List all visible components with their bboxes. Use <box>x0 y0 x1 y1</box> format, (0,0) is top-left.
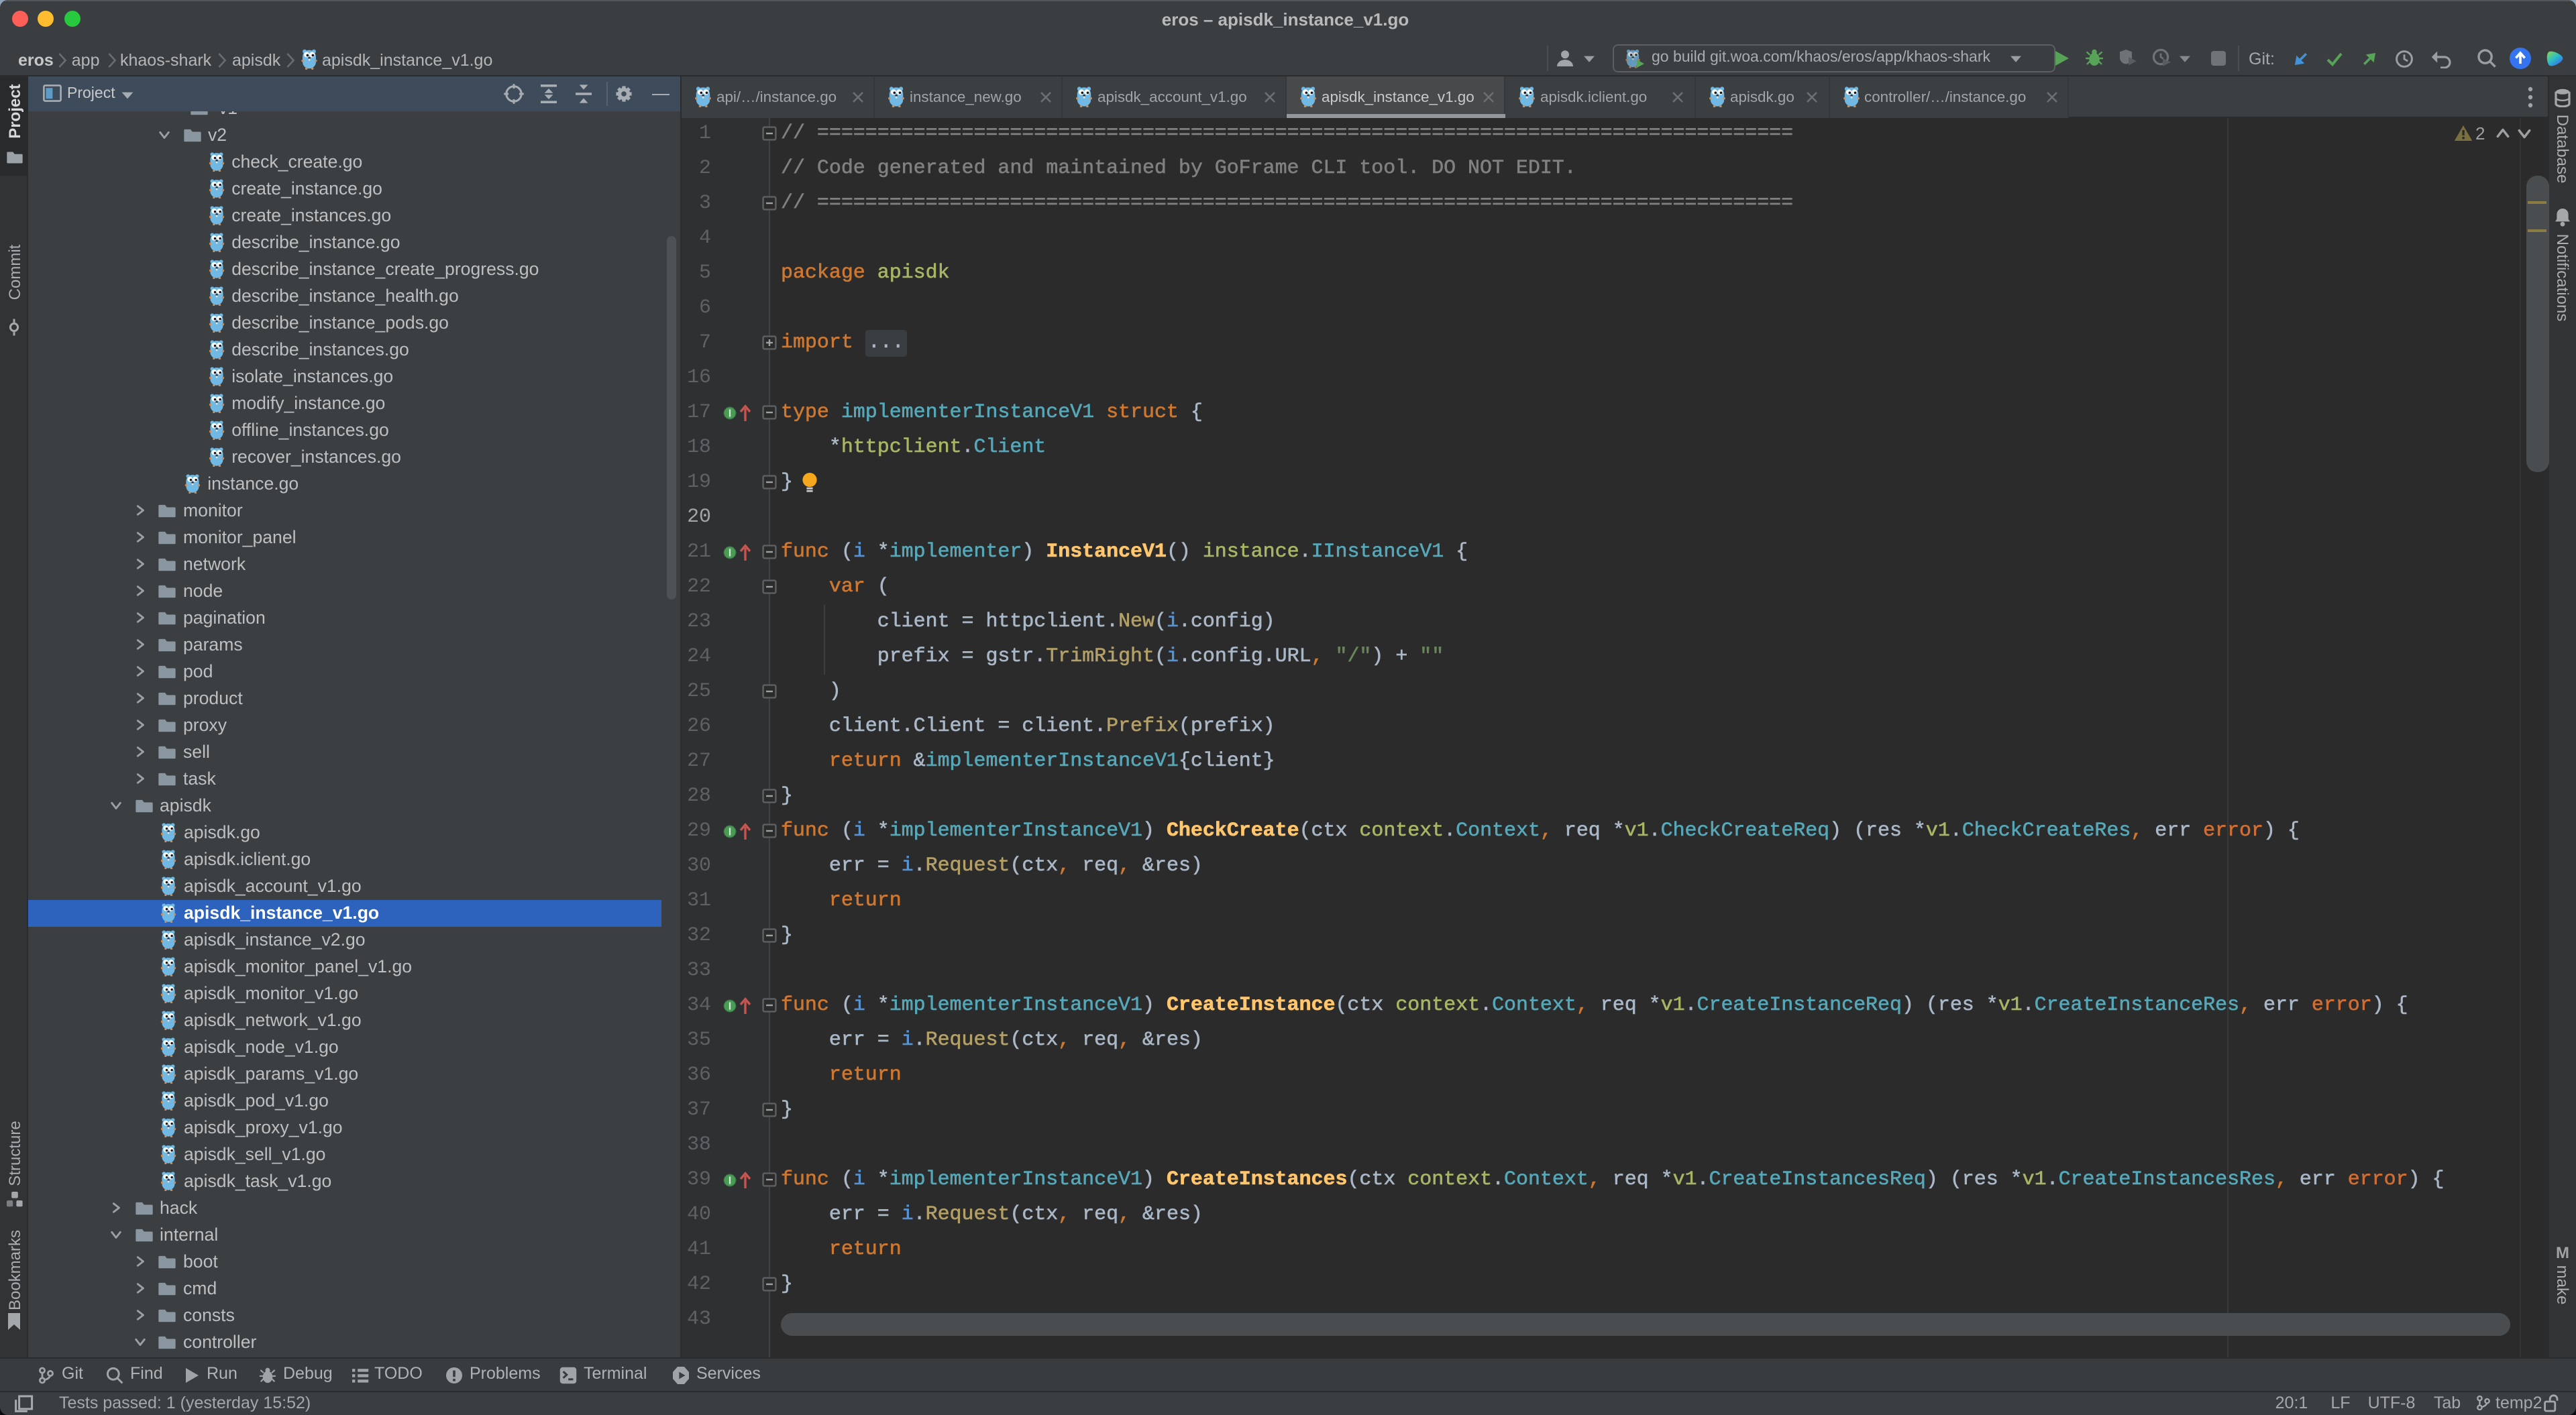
svg-text:I: I <box>729 1174 731 1186</box>
svg-text:I: I <box>729 547 731 558</box>
svg-text:I: I <box>729 407 731 418</box>
svg-text:I: I <box>729 826 731 837</box>
svg-text:I: I <box>729 1000 731 1011</box>
